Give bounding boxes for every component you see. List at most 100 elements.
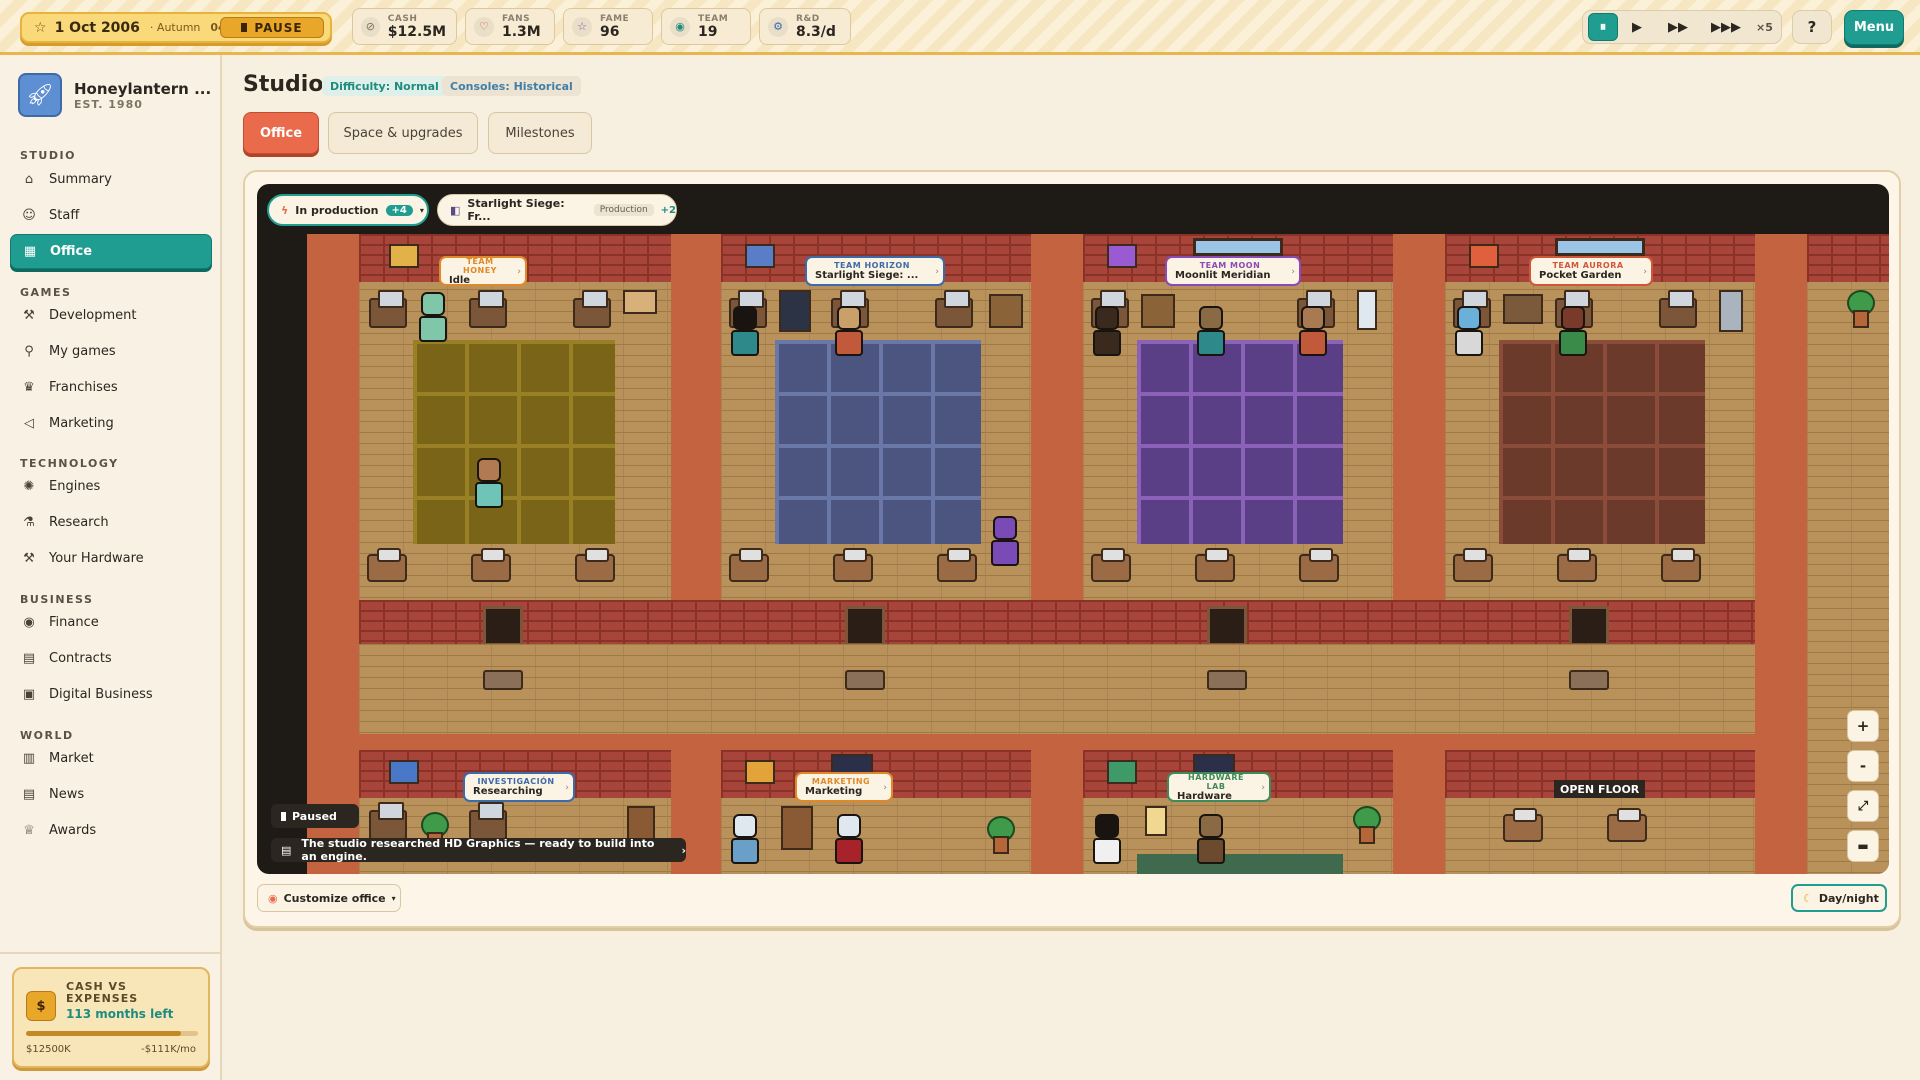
sidebar-item-marketing[interactable]: ◁ Marketing (10, 406, 212, 441)
speed-pause-button[interactable]: ⏸ (1588, 13, 1618, 41)
tab-office[interactable]: Office (243, 112, 319, 154)
staff-member[interactable] (833, 814, 865, 870)
camera-button[interactable]: ▬ (1847, 830, 1879, 862)
sidebar-item-contracts[interactable]: ▤ Contracts (10, 641, 212, 676)
sidebar-item-news[interactable]: ▤ News (10, 777, 212, 812)
tab-milestones[interactable]: Milestones (488, 112, 592, 154)
desk-chair (1557, 548, 1597, 582)
staff-member[interactable] (1453, 306, 1485, 362)
water-cooler-icon (1357, 290, 1377, 330)
staff-member[interactable] (1195, 306, 1227, 362)
bench (1569, 670, 1609, 690)
shelf-icon (1141, 294, 1175, 328)
cash-vs-expenses-card[interactable]: $ CASH VS EXPENSES 113 months left $1250… (12, 967, 210, 1080)
room-team-moon[interactable] (1083, 234, 1393, 604)
office-viewport[interactable]: TEAM HONEY Idle › TEAM HORIZON Starlight… (257, 184, 1889, 874)
staff-member[interactable] (1297, 306, 1329, 362)
production-filter-dropdown[interactable]: ϟ In production +4 ▾ (267, 194, 429, 226)
chart-icon: ▥ (22, 751, 36, 766)
corridor-wall (359, 600, 1755, 644)
menu-button[interactable]: Menu (1844, 10, 1904, 45)
speed-fast-button[interactable]: ▶▶ (1656, 13, 1700, 41)
sidebar: 🚀︎ Honeylantern ... EST. 1980 STUDIO ⌂ Su… (0, 55, 222, 1080)
armchair (1607, 808, 1647, 842)
sidebar-item-summary[interactable]: ⌂ Summary (10, 162, 212, 197)
pause-button[interactable]: PAUSE (220, 17, 324, 38)
speed-play-button[interactable]: ▶ (1622, 13, 1652, 41)
expand-icon: ⤢ (1857, 798, 1869, 814)
desk-chair (575, 548, 615, 582)
stat-fame[interactable]: ☆ FAME 96 (563, 8, 653, 45)
room-hardware-lab[interactable] (1083, 750, 1393, 874)
help-button[interactable]: ? (1792, 10, 1832, 44)
team-label-horizon[interactable]: TEAM HORIZON Starlight Siege: ... › (805, 256, 945, 286)
dept-label-research[interactable]: INVESTIGACIÓN Researching › (463, 772, 575, 802)
stat-rnd[interactable]: ⚙ R&D 8.3/d (759, 8, 851, 45)
sidebar-item-my-games[interactable]: ⚲ My games (10, 334, 212, 369)
sidebar-item-office[interactable]: ▦ Office (10, 234, 212, 269)
staff-member[interactable] (729, 814, 761, 870)
cash-bar (26, 1031, 198, 1036)
team-label-aurora[interactable]: TEAM AURORA Pocket Garden › (1529, 256, 1653, 286)
sidebar-item-digital-business[interactable]: ▣ Digital Business (10, 677, 212, 712)
palette-icon: ◉ (268, 891, 278, 905)
stat-team[interactable]: ◉ TEAM 19 (661, 8, 751, 45)
mascot-figure[interactable] (417, 292, 449, 348)
studio-brand[interactable]: 🚀︎ Honeylantern ... EST. 1980 (18, 73, 211, 117)
notification-toast[interactable]: ▤ The studio researched HD Graphics — re… (271, 837, 686, 863)
room-team-honey[interactable] (359, 234, 671, 604)
staff-member[interactable] (833, 306, 865, 362)
team-label-moon[interactable]: TEAM MOON Moonlit Meridian › (1165, 256, 1301, 286)
sidebar-item-engines[interactable]: ✺ Engines (10, 469, 212, 504)
staff-member[interactable] (989, 516, 1021, 572)
room-marketing[interactable] (721, 750, 1031, 874)
speed-fastest-button[interactable]: ▶▶▶ (1704, 13, 1748, 41)
speed-multiplier[interactable]: ×5 (1756, 21, 1773, 34)
sidebar-item-finance[interactable]: ◉ Finance (10, 605, 212, 640)
sidebar-item-awards[interactable]: ♕ Awards (10, 813, 212, 848)
sidebar-item-your-hardware[interactable]: ⚒ Your Hardware (10, 541, 212, 576)
staff-member[interactable] (729, 306, 761, 362)
sidebar-item-staff[interactable]: ☺ Staff (10, 198, 212, 233)
coin-icon: ⊘ (361, 16, 380, 37)
customize-office-button[interactable]: ◉ Customize office ▾ (257, 884, 401, 912)
star-icon: ☆ (34, 19, 47, 36)
sidebar-item-research[interactable]: ⚗ Research (10, 505, 212, 540)
staff-member[interactable] (1091, 306, 1123, 362)
cash-balance: $12500K (26, 1044, 71, 1055)
room-team-horizon[interactable] (721, 234, 1031, 604)
fullscreen-button[interactable]: ⤢ (1847, 790, 1879, 822)
room-team-aurora[interactable] (1445, 234, 1755, 604)
rocket-icon: 🚀︎ (18, 73, 62, 117)
pause-icon (241, 23, 248, 32)
sidebar-item-development[interactable]: ⚒ Development (10, 298, 212, 333)
flask-icon: ⚗ (23, 515, 35, 530)
game-selector[interactable]: ◧ Starlight Siege: Fr... Production +2 (437, 194, 677, 226)
staff-member[interactable] (1195, 814, 1227, 870)
sidebar-item-market[interactable]: ▥ Market (10, 741, 212, 776)
megaphone-icon: ◁ (24, 416, 34, 431)
chevron-right-icon: › (517, 267, 521, 277)
hammer-icon: ⚒ (23, 308, 35, 323)
zoom-in-button[interactable]: + (1847, 710, 1879, 742)
staff-member[interactable] (1557, 306, 1589, 362)
stat-cash[interactable]: ⊘ CASH $12.5M (352, 8, 457, 45)
team-rug (413, 340, 615, 544)
staff-member[interactable] (1091, 814, 1123, 870)
day-night-toggle[interactable]: ☾ Day/night (1791, 884, 1887, 912)
staff-member[interactable] (473, 458, 505, 514)
sidebar-item-franchises[interactable]: ♛ Franchises (10, 370, 212, 405)
bench (845, 670, 885, 690)
dept-label-hardware-lab[interactable]: HARDWARE LAB Hardware › (1167, 772, 1271, 802)
gear-icon: ✺ (23, 479, 35, 494)
dept-label-marketing[interactable]: MARKETING Marketing › (795, 772, 893, 802)
room-open-floor[interactable] (1445, 750, 1755, 874)
team-label-honey[interactable]: TEAM HONEY Idle › (439, 256, 527, 286)
computer-desk (1659, 290, 1697, 328)
team-rug (1137, 854, 1343, 874)
tab-space-upgrades[interactable]: Space & upgrades (328, 112, 478, 154)
zoom-out-button[interactable]: - (1847, 750, 1879, 782)
stat-fans[interactable]: ♡ FANS 1.3M (465, 8, 555, 45)
poster-icon (745, 760, 775, 784)
game-more-count: +2 (660, 204, 676, 216)
